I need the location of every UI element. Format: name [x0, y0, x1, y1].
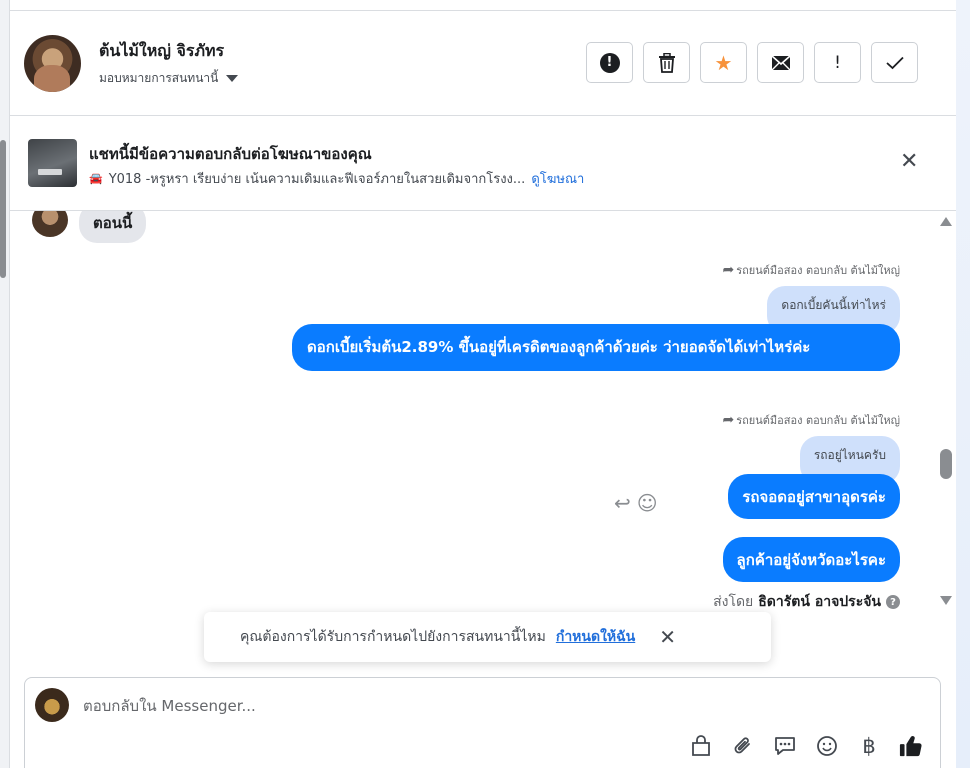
report-icon: !: [599, 52, 620, 73]
ad-thumbnail[interactable]: [28, 139, 77, 187]
reply-meta-text: รถยนต์มือสอง ตอบกลับ ต้นไม้ใหญ่: [736, 414, 900, 427]
outgoing-message[interactable]: รถจอดอยู่สาขาอุดรค่ะ: [728, 474, 900, 519]
done-button[interactable]: [871, 42, 918, 83]
check-icon: [885, 56, 904, 69]
mail-icon: [770, 54, 791, 70]
sender-avatar: [32, 211, 68, 237]
paperclip-icon[interactable]: [731, 735, 755, 757]
right-panel-edge: [956, 0, 970, 768]
left-panel-edge: [0, 0, 10, 768]
scroll-down-arrow-icon[interactable]: [940, 596, 952, 605]
exclamation-icon: !: [834, 52, 841, 73]
thumbs-up-icon[interactable]: [899, 734, 923, 758]
chat-scrollbar[interactable]: [938, 211, 954, 611]
sent-by-info: ส่งโดย ธิดารัตน์ อาจประจัน ?: [713, 591, 900, 611]
sent-by-label: ส่งโดย: [713, 594, 754, 610]
ad-reply-banner: แชทนี้มีข้อความตอบกลับต่อโฆษณาของคุณ 🚘 Y…: [10, 117, 956, 211]
scroll-up-arrow-icon[interactable]: [940, 217, 952, 226]
baht-icon[interactable]: ฿: [857, 734, 881, 758]
trash-icon: [658, 52, 675, 73]
reply-meta-text: รถยนต์มือสอง ตอบกลับ ต้นไม้ใหญ่: [736, 264, 900, 277]
bag-icon[interactable]: [689, 735, 713, 757]
reply-forward-icon: ➦: [722, 412, 735, 428]
assign-to-me-link[interactable]: กำหนดให้ฉัน: [556, 626, 635, 648]
caret-down-icon: [226, 75, 239, 82]
reply-input[interactable]: [83, 693, 683, 719]
reply-icon[interactable]: ↩: [614, 491, 631, 515]
help-icon[interactable]: ?: [886, 595, 900, 609]
composer-tools: ฿: [689, 734, 923, 758]
follow-up-button[interactable]: !: [814, 42, 861, 83]
header-actions: ! ★ !: [586, 42, 918, 83]
assign-conversation-dropdown[interactable]: มอบหมายการสนทนานี้: [99, 69, 239, 88]
mark-unread-button[interactable]: [757, 42, 804, 83]
delete-button[interactable]: [643, 42, 690, 83]
assign-label: มอบหมายการสนทนานี้: [99, 71, 219, 85]
scroll-thumb[interactable]: [940, 449, 952, 479]
close-banner-icon[interactable]: ✕: [900, 151, 918, 173]
left-scrollbar-thumb[interactable]: [0, 140, 6, 278]
assign-prompt-toast: คุณต้องการได้รับการกำหนดไปยังการสนทนานี้…: [204, 612, 771, 662]
message-hover-tools: ↩ ☺: [614, 491, 658, 515]
reply-forward-icon: ➦: [722, 262, 735, 278]
saved-reply-icon[interactable]: [773, 735, 797, 757]
outgoing-message[interactable]: ลูกค้าอยู่จังหวัดอะไรคะ: [722, 537, 900, 582]
contact-avatar[interactable]: [24, 35, 81, 92]
star-icon: ★: [714, 50, 733, 75]
ad-description: 🚘 Y018 -หรูหรา เรียบง่าย เน้นความเดิมและ…: [89, 168, 584, 189]
emoji-icon[interactable]: [815, 735, 839, 757]
message-thread: ตอนนี้ ➦ รถยนต์มือสอง ตอบกลับ ต้นไม้ใหญ่…: [10, 211, 940, 611]
incoming-message[interactable]: ตอนนี้: [79, 211, 147, 243]
view-ad-link[interactable]: ดูโฆษณา: [531, 168, 584, 189]
page-avatar: [35, 688, 69, 722]
close-toast-icon[interactable]: ✕: [659, 625, 676, 649]
reply-meta: ➦ รถยนต์มือสอง ตอบกลับ ต้นไม้ใหญ่: [722, 261, 900, 279]
report-button[interactable]: !: [586, 42, 633, 83]
ad-banner-title: แชทนี้มีข้อความตอบกลับต่อโฆษณาของคุณ: [89, 145, 372, 163]
top-divider: [10, 0, 956, 11]
emoji-react-icon[interactable]: ☺: [637, 491, 658, 515]
car-icon: 🚘: [89, 172, 103, 185]
conversation-header: ต้นไม้ใหญ่ จิรภัทร มอบหมายการสนทนานี้ ! …: [10, 11, 956, 116]
ad-text: Y018 -หรูหรา เรียบง่าย เน้นความเดิมและฟี…: [108, 172, 526, 187]
sent-by-name: ธิดารัตน์ อาจประจัน: [758, 594, 881, 610]
message-composer: ฿: [24, 677, 941, 768]
reply-meta: ➦ รถยนต์มือสอง ตอบกลับ ต้นไม้ใหญ่: [722, 411, 900, 429]
contact-name[interactable]: ต้นไม้ใหญ่ จิรภัทร: [99, 39, 224, 64]
star-button[interactable]: ★: [700, 42, 747, 83]
toast-text: คุณต้องการได้รับการกำหนดไปยังการสนทนานี้…: [240, 629, 546, 645]
outgoing-message[interactable]: ดอกเบี้ยเริ่มต้น2.89% ขึ้นอยู่ที่เครดิตข…: [292, 324, 900, 371]
